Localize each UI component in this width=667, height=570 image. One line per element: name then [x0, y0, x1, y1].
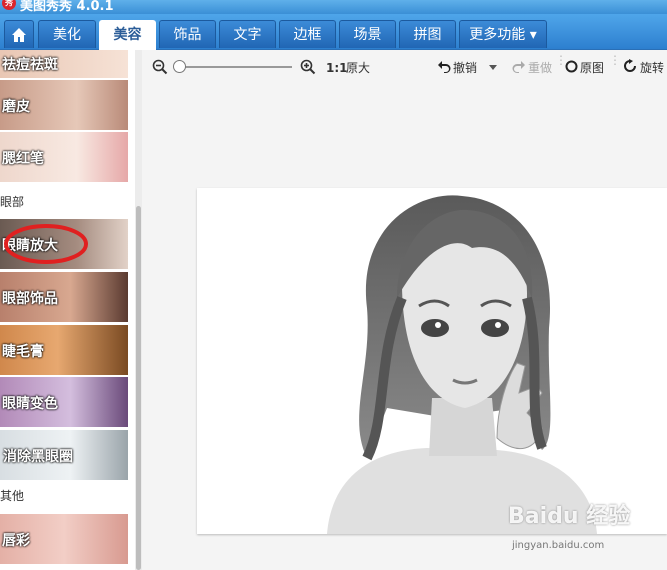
rotate-icon[interactable]: [623, 59, 637, 77]
sidebar-item-label: 睫毛膏: [2, 344, 44, 360]
sidebar-item-label: 眼部饰品: [2, 291, 58, 307]
sidebar-item-eye-accessories[interactable]: 眼部饰品: [0, 272, 128, 322]
original-image-button[interactable]: 原图: [580, 60, 604, 76]
rotate-button[interactable]: 旋转: [640, 60, 664, 76]
portrait-illustration: [327, 195, 597, 534]
baidu-watermark-url: jingyan.baidu.com: [512, 540, 605, 551]
tab-text[interactable]: 文字: [219, 20, 276, 48]
sidebar-item-label: 眼睛变色: [2, 396, 58, 412]
sidebar-item-label: 祛痘祛斑: [2, 57, 58, 73]
redo-icon[interactable]: [512, 59, 526, 77]
undo-history-dropdown-icon[interactable]: [488, 60, 498, 76]
baidu-watermark: Baidu 经验: [508, 504, 631, 529]
zoom-slider-track[interactable]: [174, 66, 292, 68]
original-size-button[interactable]: 原大: [346, 60, 370, 76]
sidebar-item-blush[interactable]: 腮红笔: [0, 132, 128, 182]
sidebar-item-dark-circles[interactable]: 消除黑眼圈: [0, 430, 128, 480]
tab-accessories[interactable]: 饰品: [159, 20, 216, 48]
tab-beautify[interactable]: 美化: [38, 20, 96, 48]
redo-button[interactable]: 重做: [528, 60, 552, 76]
section-label-other: 其他: [0, 489, 25, 503]
sidebar-item-acne-removal[interactable]: 祛痘祛斑: [0, 50, 128, 78]
tab-scene[interactable]: 场景: [339, 20, 396, 48]
zoom-ratio-button[interactable]: 1:1: [326, 60, 348, 76]
undo-button[interactable]: 撤销: [453, 60, 477, 76]
home-icon: [12, 28, 26, 42]
undo-icon[interactable]: [437, 59, 451, 77]
sidebar-item-lip-color[interactable]: 唇彩: [0, 514, 128, 564]
tab-home[interactable]: [4, 20, 34, 48]
beauty-sidebar: 祛痘祛斑 磨皮 腮红笔 眼部 眼睛放大 眼部饰品 睫毛膏 眼睛变色 消除黑眼圈 …: [0, 50, 143, 570]
sidebar-item-label: 磨皮: [2, 99, 30, 115]
sidebar-item-label: 腮红笔: [2, 151, 44, 167]
edited-photo[interactable]: [197, 188, 667, 534]
tab-bar: 美化 美容 饰品 文字 边框 场景 拼图 更多功能 ▾: [0, 14, 667, 50]
original-image-icon[interactable]: [565, 60, 578, 77]
section-label-eyes: 眼部: [0, 195, 25, 209]
highlight-circle-icon: [4, 224, 88, 264]
editor-toolbar: 1:1 原大 撤销 重做 ⋮ 原图 ⋮ 旋转: [142, 50, 667, 88]
sidebar-item-skin-smoothing[interactable]: 磨皮: [0, 80, 128, 130]
tab-collage[interactable]: 拼图: [399, 20, 456, 48]
zoom-in-icon[interactable]: [300, 59, 316, 79]
sidebar-item-eye-enlarge[interactable]: 眼睛放大: [0, 219, 128, 269]
sidebar-item-eye-color[interactable]: 眼睛变色: [0, 377, 128, 427]
tab-more-features[interactable]: 更多功能 ▾: [459, 20, 547, 48]
app-title: 美图秀秀 4.0.1: [20, 0, 114, 14]
tab-beauty[interactable]: 美容: [99, 20, 156, 50]
sidebar-item-label: 消除黑眼圈: [3, 449, 73, 465]
sidebar-scrollbar-thumb[interactable]: [136, 206, 141, 570]
tab-border[interactable]: 边框: [279, 20, 336, 48]
sidebar-item-mascara[interactable]: 睫毛膏: [0, 325, 128, 375]
app-logo-icon: 秀: [2, 0, 16, 10]
toolbar-divider: ⋮: [609, 53, 621, 67]
zoom-slider-handle[interactable]: [173, 60, 186, 73]
zoom-out-icon[interactable]: [152, 59, 168, 79]
title-bar: 秀 美图秀秀 4.0.1: [0, 0, 667, 14]
sidebar-item-label: 唇彩: [2, 533, 30, 549]
